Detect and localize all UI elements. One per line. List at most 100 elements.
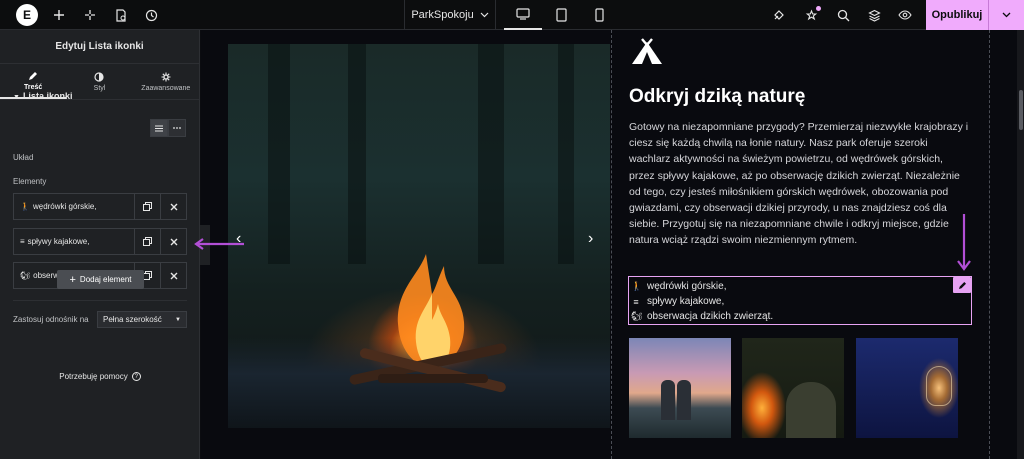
list-item: 🐿 obserwacja dzikich zwierząt.: [629, 309, 971, 324]
icon-list-widget[interactable]: 🚶 wędrówki górskie, ≡ spływy kajakowe, 🐿…: [628, 276, 972, 325]
history-icon[interactable]: [137, 0, 165, 30]
panel-title: Edytuj Lista ikonki: [0, 30, 199, 64]
close-icon: [170, 203, 177, 210]
caret-down-icon: ▼: [175, 316, 181, 323]
annotation-arrow-down: [957, 214, 971, 271]
tab-advanced[interactable]: Zaawansowane: [133, 64, 199, 99]
copy-icon: [143, 237, 152, 246]
tree-trunk: [558, 44, 574, 264]
add-item-label: Dodaj element: [79, 275, 132, 284]
repeater-item[interactable]: ≡ spływy kajakowe,: [13, 228, 187, 255]
notification-badge: [816, 6, 821, 11]
layout-inline-button[interactable]: [168, 119, 186, 137]
desktop-view-button[interactable]: [504, 0, 542, 30]
person-figure: [786, 382, 836, 438]
duplicate-button[interactable]: [134, 229, 160, 254]
help-link[interactable]: Potrzebuję pomocy ?: [0, 372, 200, 381]
page-name: ParkSpokoju: [411, 9, 474, 21]
plugin-icon[interactable]: [764, 0, 792, 30]
hiking-icon: 🚶: [20, 202, 30, 211]
waves-icon: ≡: [20, 237, 25, 246]
edit-widget-button[interactable]: [953, 277, 971, 293]
person-figure: [677, 380, 691, 420]
close-icon: [170, 238, 177, 245]
style-icon: [94, 71, 105, 82]
sparkle-icon[interactable]: [76, 0, 104, 30]
tab-label: Styl: [93, 84, 106, 92]
gear-icon: [161, 72, 171, 81]
mobile-view-button[interactable]: [580, 0, 618, 30]
list-icon: [155, 124, 163, 132]
repeater-item-label: wędrówki górskie,: [32, 202, 97, 211]
link-select-value: Pełna szerokość: [103, 315, 162, 324]
caret-down-icon: ▼: [13, 94, 20, 101]
tablet-view-button[interactable]: [542, 0, 580, 30]
gallery-image-campfire[interactable]: [742, 338, 844, 438]
preview-icon[interactable]: [891, 0, 919, 30]
copy-icon: [143, 271, 152, 280]
gallery-image-couple[interactable]: [629, 338, 731, 438]
tab-label: Treść: [24, 83, 43, 91]
scrollbar-thumb[interactable]: [1019, 90, 1023, 130]
add-item-button[interactable]: + Dodaj element: [57, 270, 144, 289]
remove-button[interactable]: [160, 263, 186, 288]
repeater-item-label: spływy kajakowe,: [27, 237, 90, 246]
person-figure: [661, 380, 675, 420]
more-horizontal-icon: [173, 127, 181, 129]
help-label: Potrzebuję pomocy: [59, 372, 128, 381]
page-settings-icon[interactable]: [107, 0, 135, 30]
gallery-image-lamp[interactable]: [856, 338, 958, 438]
help-icon: ?: [131, 372, 141, 381]
chevron-right-icon[interactable]: ›: [588, 230, 593, 248]
image-carousel[interactable]: ‹ ›: [228, 44, 610, 428]
pencil-icon: [958, 281, 966, 289]
link-select[interactable]: Pełna szerokość ▼: [97, 311, 187, 328]
squirrel-icon: 🐿: [631, 311, 643, 321]
list-item: ≡ spływy kajakowe,: [629, 294, 971, 309]
repeater-item[interactable]: 🚶 wędrówki górskie,: [13, 193, 187, 220]
chevron-down-icon: [1002, 12, 1011, 18]
plus-icon[interactable]: [45, 0, 73, 30]
section-title: Lista ikonki: [22, 91, 73, 101]
tree-trunk: [348, 44, 366, 264]
remove-button[interactable]: [160, 194, 186, 219]
hiking-icon: 🚶: [631, 281, 643, 291]
notifications-icon[interactable]: [797, 0, 825, 30]
annotation-arrow-left: [194, 238, 244, 250]
list-item: 🚶 wędrówki górskie,: [629, 279, 971, 294]
structure-icon[interactable]: [860, 0, 888, 30]
section-heading: Odkryj dziką naturę: [629, 86, 806, 107]
tablet-icon: [555, 8, 567, 22]
layout-list-button[interactable]: [150, 119, 168, 137]
tab-label: Zaawansowane: [141, 84, 191, 92]
lightbulb-shape: [926, 366, 952, 406]
section-paragraph: Gotowy na niezapomniane przygody? Przemi…: [629, 121, 969, 247]
close-icon: [170, 272, 177, 279]
layout-label: Układ: [13, 153, 34, 162]
squirrel-icon: 🐿: [20, 271, 31, 280]
link-label: Zastosuj odnośnik na: [13, 315, 89, 324]
tent-icon: [632, 38, 662, 64]
tab-style[interactable]: Styl: [66, 64, 132, 99]
tree-trunk: [478, 44, 504, 264]
divider: [13, 300, 187, 301]
elementor-logo-icon[interactable]: E: [16, 4, 38, 26]
top-bar: E ParkSpokoju Opublikuj: [0, 0, 1024, 30]
elements-label: Elementy: [13, 177, 47, 186]
waves-icon: ≡: [633, 296, 639, 307]
duplicate-button[interactable]: [134, 194, 160, 219]
section-toggle[interactable]: ▼ Lista ikonki: [13, 91, 72, 101]
list-item-label: wędrówki górskie,: [647, 281, 727, 292]
list-item-label: spływy kajakowe,: [647, 296, 725, 307]
search-icon[interactable]: [829, 0, 857, 30]
page-selector[interactable]: ParkSpokoju: [404, 0, 496, 30]
layout-toggle: [150, 119, 186, 137]
remove-button[interactable]: [160, 229, 186, 254]
publish-options-button[interactable]: [988, 0, 1024, 30]
pencil-icon: [29, 71, 38, 80]
publish-button[interactable]: Opublikuj: [926, 0, 988, 30]
campfire-image: [349, 254, 507, 393]
chevron-down-icon: [480, 12, 489, 18]
list-item-label: obserwacja dzikich zwierząt.: [647, 311, 774, 322]
tree-trunk: [268, 44, 290, 264]
